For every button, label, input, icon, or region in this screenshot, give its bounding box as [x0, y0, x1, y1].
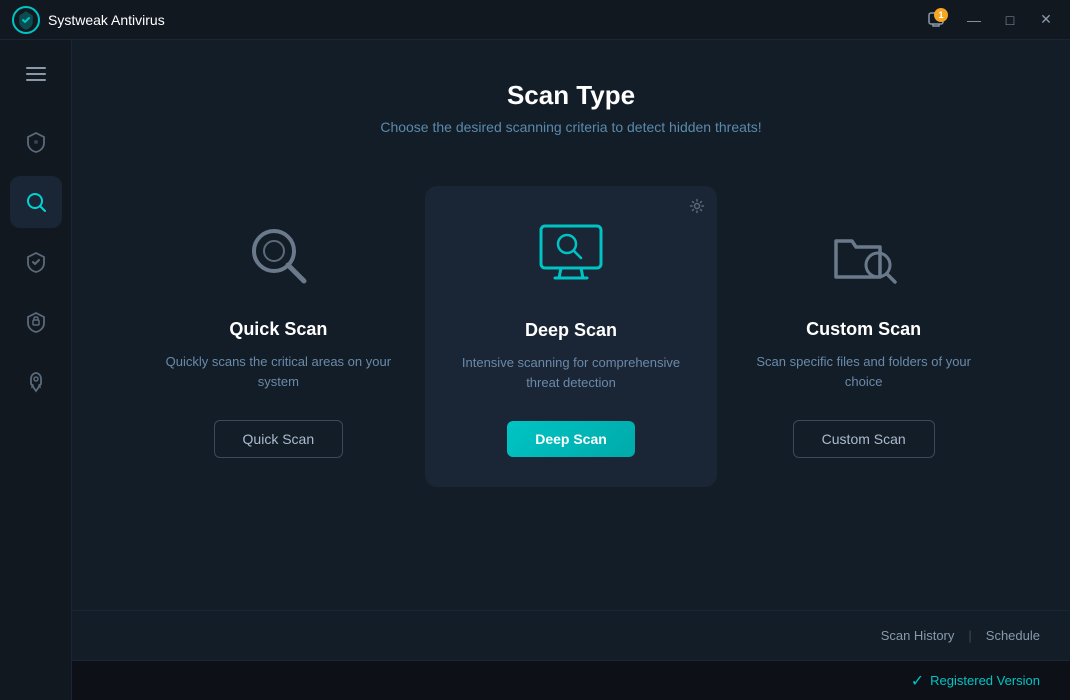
sidebar	[0, 40, 72, 700]
deep-scan-title: Deep Scan	[525, 320, 617, 341]
schedule-link[interactable]: Schedule	[986, 628, 1040, 643]
scan-history-link[interactable]: Scan History	[881, 628, 955, 643]
custom-scan-card: Custom Scan Scan specific files and fold…	[717, 185, 1010, 488]
custom-scan-button[interactable]: Custom Scan	[793, 420, 935, 458]
page-content: Scan Type Choose the desired scanning cr…	[72, 40, 1070, 610]
deep-scan-desc: Intensive scanning for comprehensive thr…	[445, 353, 698, 393]
sidebar-item-protection[interactable]	[10, 116, 62, 168]
version-bar: ✓ Registered Version	[72, 660, 1070, 700]
window-controls: 1 — □ ✕	[922, 6, 1058, 34]
custom-scan-title: Custom Scan	[806, 319, 921, 340]
sidebar-item-secure[interactable]	[10, 296, 62, 348]
menu-line	[26, 73, 46, 75]
app-title: Systweak Antivirus	[48, 12, 165, 28]
hamburger-menu-button[interactable]	[14, 56, 58, 92]
custom-scan-desc: Scan specific files and folders of your …	[737, 352, 990, 392]
version-text-label: Registered Version	[930, 673, 1040, 688]
version-check-icon: ✓	[911, 671, 924, 691]
content-area: Scan Type Choose the desired scanning cr…	[72, 40, 1070, 700]
quick-scan-title: Quick Scan	[229, 319, 327, 340]
menu-line	[26, 79, 46, 81]
notification-button[interactable]: 1	[922, 6, 950, 34]
notification-badge: 1	[934, 8, 948, 22]
version-status: ✓ Registered Version	[911, 671, 1040, 691]
titlebar: Systweak Antivirus 1 — □ ✕	[0, 0, 1070, 40]
scan-cards-container: Quick Scan Quickly scans the critical ar…	[132, 185, 1010, 488]
maximize-button[interactable]: □	[998, 8, 1022, 32]
sidebar-item-safeweb[interactable]	[10, 236, 62, 288]
logo-icon	[12, 6, 40, 34]
deep-scan-settings-button[interactable]	[689, 198, 705, 214]
page-subtitle: Choose the desired scanning criteria to …	[380, 119, 761, 135]
page-title: Scan Type	[507, 80, 635, 111]
sidebar-item-scan[interactable]	[10, 176, 62, 228]
menu-line	[26, 67, 46, 69]
deep-scan-button[interactable]: Deep Scan	[507, 421, 635, 457]
quick-scan-desc: Quickly scans the critical areas on your…	[152, 352, 405, 392]
quick-scan-button[interactable]: Quick Scan	[214, 420, 344, 458]
close-button[interactable]: ✕	[1034, 8, 1058, 32]
sidebar-item-boost[interactable]	[10, 356, 62, 408]
quick-scan-icon	[238, 215, 318, 295]
footer-bar: Scan History | Schedule	[72, 610, 1070, 660]
deep-scan-icon	[531, 216, 611, 296]
deep-scan-card: Deep Scan Intensive scanning for compreh…	[425, 186, 718, 487]
app-logo: Systweak Antivirus	[12, 6, 922, 34]
quick-scan-card: Quick Scan Quickly scans the critical ar…	[132, 185, 425, 488]
minimize-button[interactable]: —	[962, 8, 986, 32]
custom-scan-icon	[824, 215, 904, 295]
footer-divider: |	[968, 628, 971, 643]
main-layout: Scan Type Choose the desired scanning cr…	[0, 40, 1070, 700]
